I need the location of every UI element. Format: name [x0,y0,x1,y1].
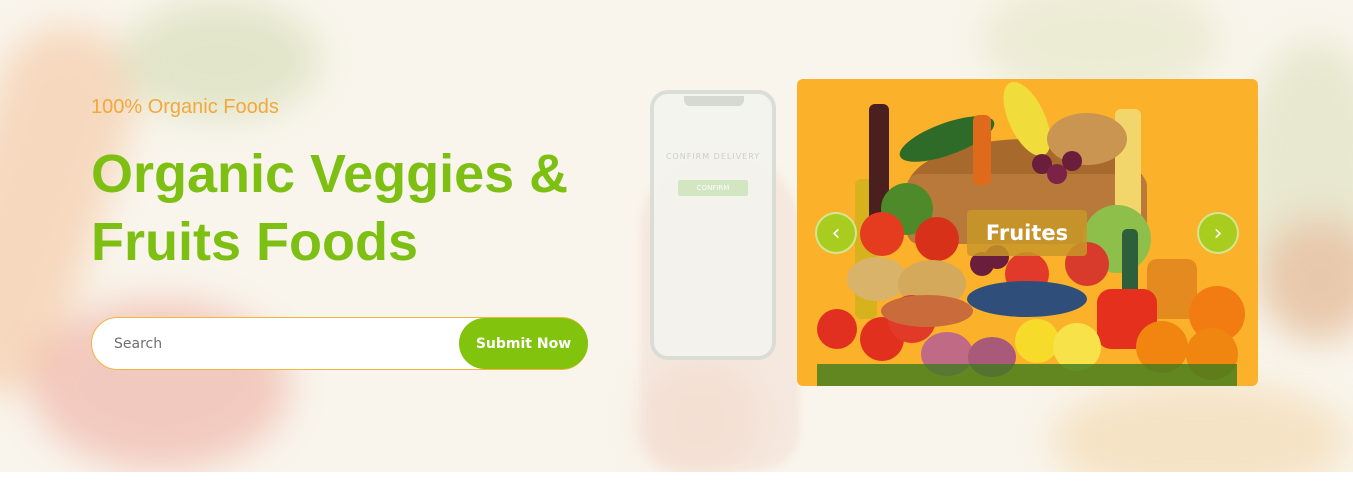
slider-prev-arrow-icon[interactable]: ‹ [815,212,857,254]
bg-bread-image [1050,380,1350,472]
search-input[interactable] [114,331,444,357]
phone-screen-button: CONFIRM [678,180,748,196]
category-slider: Fruites ‹ › [797,79,1258,386]
phone-screen-title: CONFIRM DELIVERY [665,152,761,161]
slider-next-arrow-icon[interactable]: › [1197,212,1239,254]
headline-line-1: Organic Veggies & [91,144,569,204]
headline-line-2: Fruits Foods [91,212,418,272]
slide-category-label[interactable]: Fruites [967,210,1087,256]
phone-illustration: CONFIRM DELIVERY CONFIRM [650,90,776,360]
hero-tagline: 100% Organic Foods [91,96,279,118]
hero-section: CONFIRM DELIVERY CONFIRM 100% Organic Fo… [0,0,1353,472]
submit-button[interactable]: Submit Now [459,318,588,369]
phone-notch [684,96,744,106]
search-form: Submit Now [91,317,588,370]
hero-headline: Organic Veggies & Fruits Foods [91,140,651,276]
